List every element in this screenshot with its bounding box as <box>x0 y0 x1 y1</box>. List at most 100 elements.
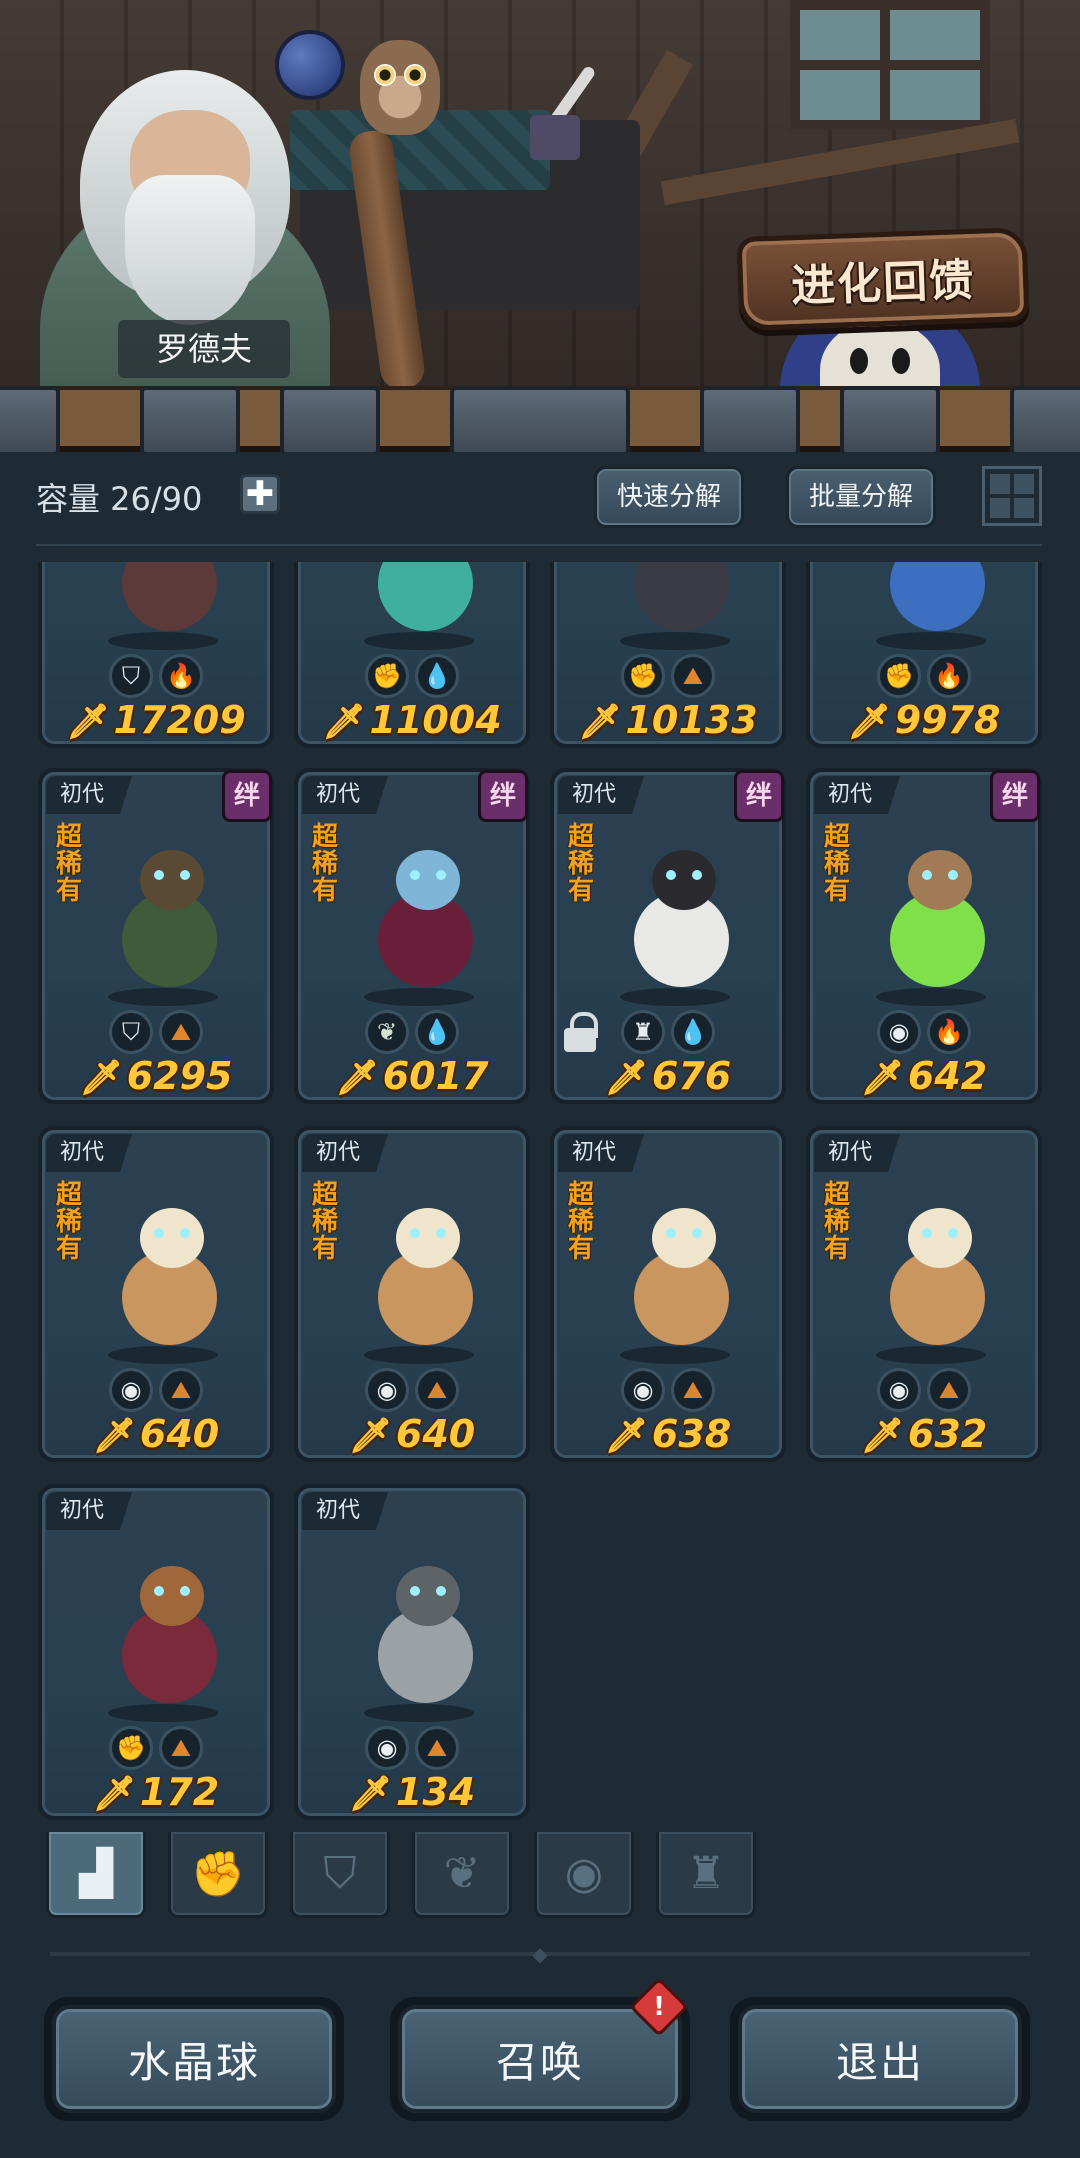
power-number: 676 <box>651 1054 732 1098</box>
creature-portrait <box>860 1190 1010 1360</box>
power-value: 🗡 6017 <box>298 1054 526 1098</box>
pet-card[interactable]: ✊ 💧 🗡 11004 <box>294 562 530 748</box>
wizard-beard <box>125 175 255 325</box>
exit-button[interactable]: 退出 <box>730 1997 1030 2121</box>
tab-shield[interactable]: ⛉ <box>290 1832 390 1918</box>
power-up-icon: 🗡 <box>847 702 891 742</box>
tab-fist[interactable]: ✊ <box>168 1832 268 1918</box>
quick-decompose-button[interactable]: 快速分解 <box>594 466 745 528</box>
earth-element-icon: ⛰ <box>671 654 715 698</box>
power-number: 9978 <box>894 698 1001 742</box>
creature-portrait <box>604 832 754 1002</box>
creature-portrait <box>348 832 498 1002</box>
pet-card[interactable]: 初代绊超稀有 ◉ 🔥 🗡 642 <box>806 768 1042 1104</box>
pet-card[interactable]: 初代 超稀有 ◉ ⛰ 🗡 640 <box>38 1126 274 1462</box>
power-up-icon: 🗡 <box>578 702 622 742</box>
totem-class-icon: ♜ <box>686 1848 726 1899</box>
pet-card[interactable]: 初代 ◉ ⛰ 🗡 134 <box>294 1484 530 1820</box>
crystal-ball-button[interactable]: 水晶球 <box>44 1997 344 2121</box>
power-value: 🗡 172 <box>42 1770 270 1814</box>
fist-class-icon: ✊ <box>190 1848 246 1900</box>
power-up-icon: 🗡 <box>604 1416 648 1456</box>
totem-class-icon: ♜ <box>621 1010 665 1054</box>
power-number: 6295 <box>126 1054 233 1098</box>
creature-portrait <box>348 1190 498 1360</box>
rarity-label: 超稀有 <box>55 822 82 906</box>
power-number: 134 <box>395 1770 476 1814</box>
alien-class-icon: ◉ <box>109 1368 153 1412</box>
rarity-label: 超稀有 <box>567 822 594 906</box>
all-types-icon: ▟ <box>79 1848 113 1899</box>
generation-label: 初代 <box>302 1492 389 1530</box>
power-value: 🗡 17209 <box>42 698 270 742</box>
earth-element-icon: ⛰ <box>927 1368 971 1412</box>
power-number: 640 <box>139 1412 220 1456</box>
ledge-stone <box>140 386 240 456</box>
power-up-icon: 🗡 <box>66 702 110 742</box>
expand-capacity-button[interactable]: ✚ <box>240 474 280 514</box>
power-number: 172 <box>139 1770 220 1814</box>
earth-element-icon: ⛰ <box>671 1368 715 1412</box>
power-up-icon: 🗡 <box>335 1058 379 1098</box>
power-value: 🗡 642 <box>810 1054 1038 1098</box>
pet-card-grid[interactable]: ⛉ 🔥 🗡 17209 ✊ 💧 🗡 11004 ✊ ⛰ 🗡 10133 ✊ 🔥 🗡 9978 初代绊超稀有… <box>0 562 1080 1832</box>
pet-card[interactable]: 初代绊超稀有 ♜ 💧 🗡 676 <box>550 768 786 1104</box>
pet-card[interactable]: ✊ ⛰ 🗡 10133 <box>550 562 786 748</box>
batch-decompose-button[interactable]: 批量分解 <box>786 466 937 528</box>
fist-class-icon: ✊ <box>877 654 921 698</box>
pet-storage-panel: 容量 26/90 ✚ 快速分解 批量分解 ⛉ 🔥 🗡 17209 ✊ 💧 🗡 11004 ✊… <box>0 452 1080 2158</box>
generation-label: 初代 <box>46 776 133 814</box>
power-number: 17209 <box>113 698 246 742</box>
power-up-icon: 🗡 <box>322 702 366 742</box>
attribute-icons: ◉ ⛰ <box>298 1368 526 1412</box>
inkpot-icon <box>530 115 580 160</box>
creature-portrait <box>348 1548 498 1718</box>
plant-class-icon: ❦ <box>443 1848 481 1899</box>
globe-icon <box>275 30 345 100</box>
evolve-feedback-label: 进化回馈 <box>790 254 976 313</box>
rarity-label: 超稀有 <box>311 822 338 906</box>
fist-class-icon: ✊ <box>109 1726 153 1770</box>
attribute-icons: ✊ ⛰ <box>42 1726 270 1770</box>
power-number: 642 <box>907 1054 988 1098</box>
earth-element-icon: ⛰ <box>415 1368 459 1412</box>
power-value: 🗡 640 <box>42 1412 270 1456</box>
fist-class-icon: ✊ <box>365 654 409 698</box>
power-up-icon: 🗡 <box>92 1774 136 1814</box>
pet-card[interactable]: ⛉ 🔥 🗡 17209 <box>38 562 274 748</box>
creature-portrait <box>92 1190 242 1360</box>
creature-portrait <box>92 1548 242 1718</box>
divider <box>36 544 1042 546</box>
pet-card[interactable]: ✊ 🔥 🗡 9978 <box>806 562 1042 748</box>
pet-card[interactable]: 初代绊超稀有 ⛉ ⛰ 🗡 6295 <box>38 768 274 1104</box>
divider-ornament-icon: ◆ <box>532 1942 548 1966</box>
fist-class-icon: ✊ <box>621 654 665 698</box>
power-number: 638 <box>651 1412 732 1456</box>
power-number: 632 <box>907 1412 988 1456</box>
pet-card[interactable]: 初代 超稀有 ◉ ⛰ 🗡 640 <box>294 1126 530 1462</box>
pet-card[interactable]: 初代 超稀有 ◉ ⛰ 🗡 632 <box>806 1126 1042 1462</box>
pet-card[interactable]: 初代绊超稀有 ❦ 💧 🗡 6017 <box>294 768 530 1104</box>
attribute-icons: ◉ ⛰ <box>298 1726 526 1770</box>
tab-all-types[interactable]: ▟ <box>46 1832 146 1918</box>
pet-card[interactable]: 初代 ✊ ⛰ 🗡 172 <box>38 1484 274 1820</box>
power-value: 🗡 9978 <box>810 698 1038 742</box>
attribute-icons: ❦ 💧 <box>298 1010 526 1054</box>
attribute-icons: ◉ 🔥 <box>810 1010 1038 1054</box>
pet-card[interactable]: 初代 超稀有 ◉ ⛰ 🗡 638 <box>550 1126 786 1462</box>
creature-portrait <box>348 562 498 646</box>
generation-label: 初代 <box>46 1134 133 1172</box>
tab-alien[interactable]: ◉ <box>534 1832 634 1918</box>
power-up-icon: 🗡 <box>348 1774 392 1814</box>
grid-view-icon[interactable] <box>982 466 1042 526</box>
ledge-stone <box>450 386 630 456</box>
stone-ledge <box>0 386 1080 456</box>
tab-totem[interactable]: ♜ <box>656 1832 756 1918</box>
evolve-feedback-button[interactable]: 进化回馈 <box>736 226 1030 332</box>
bond-badge: 绊 <box>734 770 784 822</box>
power-number: 640 <box>395 1412 476 1456</box>
creature-portrait <box>92 562 242 646</box>
bond-badge: 绊 <box>990 770 1040 822</box>
tab-plant[interactable]: ❦ <box>412 1832 512 1918</box>
attribute-icons: ⛉ 🔥 <box>42 654 270 698</box>
